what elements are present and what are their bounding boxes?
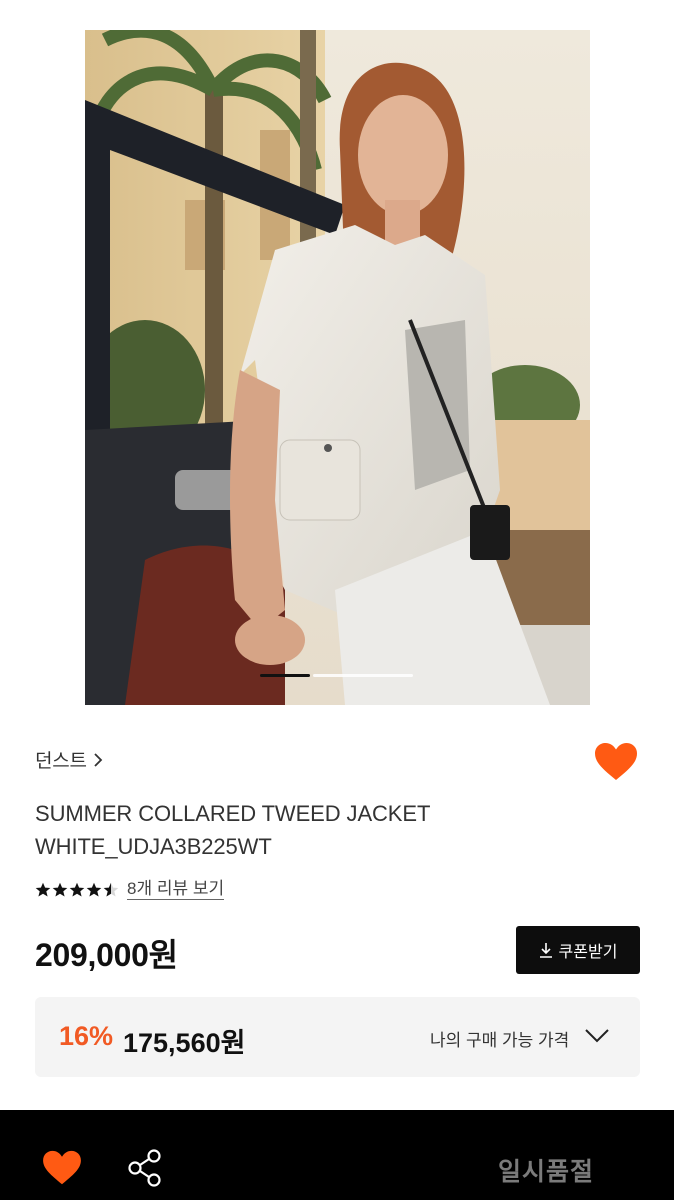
soldout-label: 일시품절 (498, 1158, 595, 1186)
slide-indicator-inactive (313, 674, 413, 677)
product-title-line-1: SUMMER COLLARED TWEED JACKET (35, 801, 431, 826)
slide-indicator-active (260, 674, 310, 677)
star-icon (86, 882, 102, 896)
wishlist-heart-icon[interactable] (594, 742, 638, 782)
product-title: SUMMER COLLARED TWEED JACKET WHITE_UDJA3… (35, 797, 555, 863)
wishlist-heart-icon[interactable] (42, 1150, 82, 1186)
chevron-right-icon (94, 752, 103, 767)
rating-row: 8개 리뷰 보기 (35, 879, 225, 900)
rating-stars (35, 882, 119, 898)
brand-link[interactable]: 던스트 (35, 746, 103, 773)
download-icon (539, 943, 552, 958)
my-price-label: 나의 구매 가능 가격 (430, 1031, 570, 1050)
discount-price: 175,560원 (123, 1028, 246, 1058)
star-icon (35, 882, 51, 896)
coupon-button-label: 쿠폰받기 (558, 944, 618, 961)
bottom-action-bar: 일시품절 (0, 1110, 674, 1200)
original-price: 209,000원 (35, 937, 178, 973)
half-star-icon (103, 882, 119, 896)
my-price-dropdown[interactable]: 16% 175,560원 나의 구매 가능 가격 (35, 997, 640, 1077)
star-icon (69, 882, 85, 896)
image-slide-indicator (85, 674, 590, 678)
review-link[interactable]: 8개 리뷰 보기 (127, 879, 225, 900)
coupon-download-button[interactable]: 쿠폰받기 (516, 926, 640, 974)
chevron-down-icon (585, 1029, 609, 1043)
share-icon[interactable] (126, 1148, 164, 1188)
discount-rate: 16% (59, 1021, 114, 1051)
product-photo-illustration (85, 30, 590, 705)
star-icon (52, 882, 68, 896)
product-title-line-2: WHITE_UDJA3B225WT (35, 834, 272, 859)
product-image[interactable] (85, 30, 590, 705)
brand-name: 던스트 (35, 751, 87, 772)
